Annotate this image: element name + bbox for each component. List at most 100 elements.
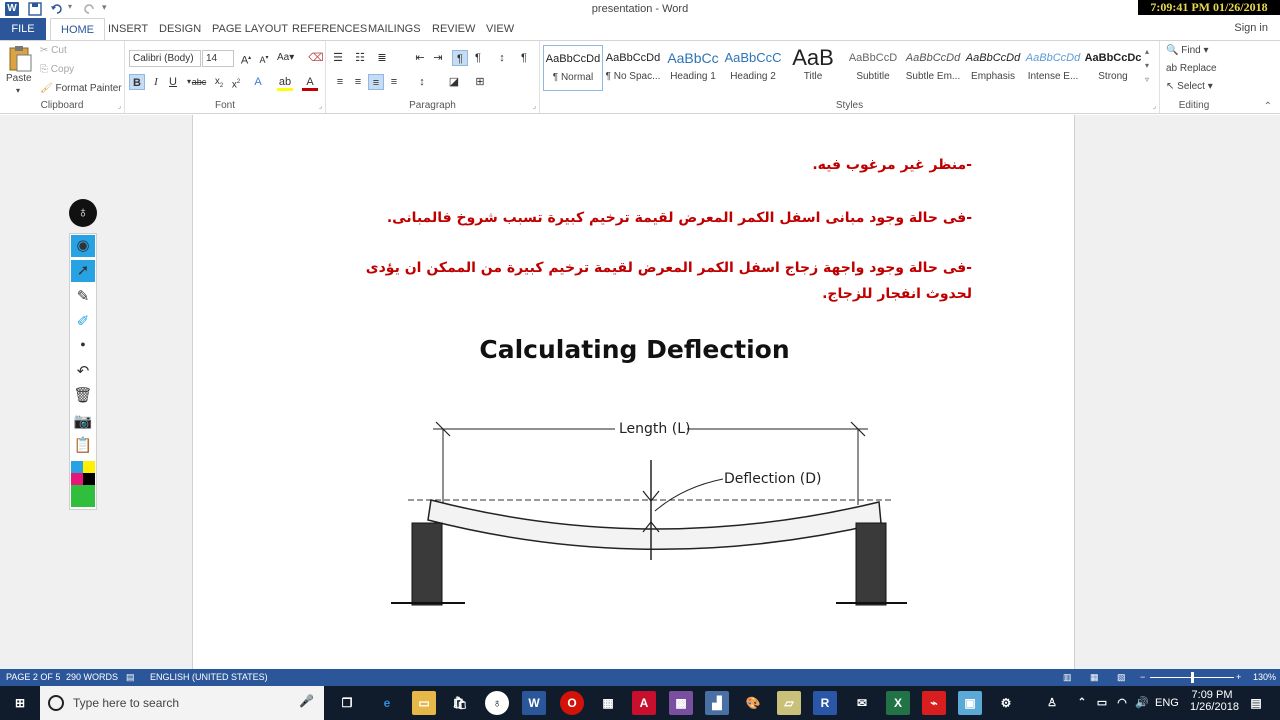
clear-formatting-icon[interactable]: ⌫ <box>308 50 324 66</box>
highlighter-icon[interactable]: ✐ <box>71 311 95 333</box>
revit-icon[interactable]: R <box>813 691 837 715</box>
justify-icon[interactable]: ≡ <box>386 74 402 90</box>
color-black-swatch[interactable] <box>83 473 95 485</box>
highlight-color-icon[interactable]: ab <box>277 74 293 91</box>
paint-icon[interactable]: 🎨 <box>741 691 765 715</box>
select-button[interactable]: ↖ Select ▾ <box>1166 81 1213 92</box>
show-marks-icon[interactable]: ¶ <box>516 50 532 66</box>
dialog-launcher-icon[interactable]: ⌟ <box>533 102 536 110</box>
brush-size-icon[interactable]: ● <box>71 333 95 355</box>
page-count[interactable]: PAGE 2 OF 5 <box>6 672 60 682</box>
style-heading-2[interactable]: AaBbCcC Heading 2 <box>723 45 783 91</box>
tab-view[interactable]: VIEW <box>476 18 524 40</box>
rtl-direction-icon[interactable]: ¶ <box>452 50 468 66</box>
edge-icon[interactable]: e <box>375 691 399 715</box>
notes-icon[interactable]: ▱ <box>777 691 801 715</box>
shading-icon[interactable]: ◪ <box>446 74 462 90</box>
decrease-indent-icon[interactable]: ⇤ <box>412 50 428 66</box>
proofing-icon[interactable]: ▤ <box>126 672 135 683</box>
copy-button[interactable]: ⎘ Copy <box>40 64 74 75</box>
file-explorer-icon[interactable]: ▭ <box>412 691 436 715</box>
sign-in-link[interactable]: Sign in <box>1234 22 1268 34</box>
style-strong[interactable]: AaBbCcDc Strong <box>1083 45 1143 91</box>
align-left-icon[interactable]: ≡ <box>332 74 348 90</box>
style-heading-1[interactable]: AaBbCc Heading 1 <box>663 45 723 91</box>
ltr-direction-icon[interactable]: ¶ <box>470 50 486 66</box>
pointer-icon[interactable]: ➚ <box>71 260 95 282</box>
style-subtle-emphasis[interactable]: AaBbCcDd Subtle Em... <box>903 45 963 91</box>
tab-home[interactable]: HOME <box>50 18 105 40</box>
excel-icon[interactable]: X <box>886 691 910 715</box>
zoom-level[interactable]: 130% <box>1253 672 1276 682</box>
multilevel-list-icon[interactable]: ≣ <box>374 50 390 66</box>
cut-button[interactable]: ✂ Cut <box>40 45 67 56</box>
store-icon[interactable]: 🛍 <box>448 691 472 715</box>
input-language[interactable]: ENG <box>1155 697 1179 709</box>
dialog-launcher-icon[interactable]: ⌟ <box>118 102 121 110</box>
style-emphasis[interactable]: AaBbCcDd Emphasis <box>963 45 1023 91</box>
styles-scroll-icon[interactable]: ▴ ▾ ▿ <box>1145 45 1149 87</box>
text-effects-icon[interactable]: A <box>250 74 266 90</box>
taskbar-clock[interactable]: 7:09 PM 1/26/2018 <box>1190 689 1239 713</box>
bullets-icon[interactable]: ☰ <box>330 50 346 66</box>
paste-button[interactable]: Paste ▾ <box>4 45 34 97</box>
color-yellow-swatch[interactable] <box>83 461 95 473</box>
bold-icon[interactable]: B <box>129 74 145 90</box>
tab-mailings[interactable]: MAILINGS <box>358 18 431 40</box>
font-size-select[interactable]: 14 <box>202 50 234 67</box>
acrobat-icon[interactable]: ⌁ <box>922 691 946 715</box>
line-spacing-icon[interactable]: ↕ <box>414 74 430 90</box>
font-color-icon[interactable]: A <box>302 74 318 91</box>
align-right-icon[interactable]: ≡ <box>368 74 384 90</box>
city-app-icon[interactable]: ▟ <box>705 691 729 715</box>
color-green-swatch[interactable] <box>71 485 95 507</box>
superscript-icon[interactable]: x2 <box>228 74 244 90</box>
pen-app-taskbar-icon[interactable]: ♁ <box>485 691 509 715</box>
opera-icon[interactable]: O <box>560 691 584 715</box>
people-icon[interactable]: ♙ <box>1040 691 1064 715</box>
replace-button[interactable]: ab Replace <box>1166 63 1217 74</box>
find-button[interactable]: 🔍 Find ▾ <box>1166 45 1209 56</box>
read-mode-icon[interactable]: ▥ <box>1063 672 1072 683</box>
numbering-icon[interactable]: ☷ <box>352 50 368 66</box>
italic-icon[interactable]: I <box>148 74 164 90</box>
style-no-spacing[interactable]: AaBbCcDd ¶ No Spac... <box>603 45 663 91</box>
font-name-select[interactable]: Calibri (Body) <box>129 50 201 67</box>
align-center-icon[interactable]: ≡ <box>350 74 366 90</box>
strikethrough-icon[interactable]: abc <box>191 74 207 90</box>
document-page[interactable]: -منظر غير مرغوب فيه. -فى حالة وجود مبانى… <box>192 115 1075 669</box>
trash-icon[interactable]: 🗑 <box>71 385 95 407</box>
style-intense-emphasis[interactable]: AaBbCcDd Intense E... <box>1023 45 1083 91</box>
borders-icon[interactable]: ⊞ <box>472 74 488 90</box>
clipboard-icon[interactable]: 📋 <box>71 435 95 457</box>
zoom-slider-thumb[interactable] <box>1191 672 1194 683</box>
microphone-icon[interactable]: 🎤 <box>299 694 314 708</box>
language-indicator[interactable]: ENGLISH (UNITED STATES) <box>150 672 268 682</box>
style-subtitle[interactable]: AaBbCcD Subtitle <box>843 45 903 91</box>
volume-icon[interactable]: 🔊 <box>1130 691 1154 715</box>
collapse-ribbon-icon[interactable]: ⌃ <box>1264 101 1272 112</box>
shrink-font-icon[interactable]: A▾ <box>256 50 272 66</box>
change-case-icon[interactable]: Aa▾ <box>277 50 294 66</box>
subscript-icon[interactable]: x2 <box>211 74 227 90</box>
web-layout-icon[interactable]: ▧ <box>1117 672 1126 683</box>
print-layout-icon[interactable]: ▦ <box>1090 672 1099 683</box>
tab-file[interactable]: FILE <box>0 18 46 40</box>
dialog-launcher-icon[interactable]: ⌟ <box>319 102 322 110</box>
color-blue-swatch[interactable] <box>71 461 83 473</box>
action-center-icon[interactable]: ▤ <box>1244 691 1268 715</box>
word-count[interactable]: 290 WORDS <box>66 672 118 682</box>
mail-icon[interactable]: ✉ <box>850 691 874 715</box>
autocad-icon[interactable]: A <box>632 691 656 715</box>
style-title[interactable]: AaB Title <box>783 45 843 91</box>
windows-start-icon[interactable]: ⊞ <box>8 691 32 715</box>
undo-icon[interactable]: ↶ <box>71 361 95 383</box>
format-painter-button[interactable]: 🖌 Format Painter <box>40 83 122 94</box>
underline-icon[interactable]: U <box>165 74 181 90</box>
dialog-launcher-icon[interactable]: ⌟ <box>1153 102 1156 110</box>
zoom-in-icon[interactable]: + <box>1236 672 1241 682</box>
eye-icon[interactable]: ◉ <box>71 235 95 257</box>
sort-icon[interactable]: ↕ <box>494 50 510 66</box>
tools-icon[interactable]: ⚙ <box>994 691 1018 715</box>
color-magenta-swatch[interactable] <box>71 473 83 485</box>
